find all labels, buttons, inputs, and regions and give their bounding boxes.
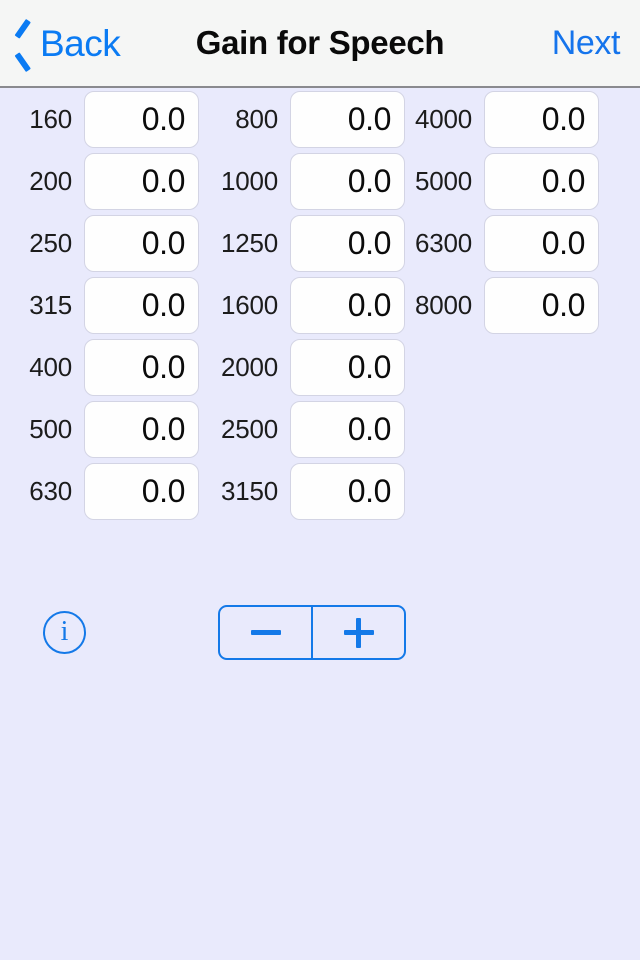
- gain-row: 1000 0.0: [206, 150, 416, 212]
- gain-input[interactable]: 0.0: [290, 338, 405, 396]
- gain-editor-panel: 160 0.0 200 0.0 250 0.0 315 0.0 400 0.0 500 0.0 630 0…: [0, 88, 640, 960]
- gain-input[interactable]: 0.0: [290, 90, 405, 148]
- info-glyph: i: [60, 615, 69, 647]
- frequency-label: 1250: [220, 227, 278, 258]
- back-button[interactable]: Back: [14, 0, 121, 86]
- gain-row: 2500 0.0: [206, 398, 416, 460]
- gain-input[interactable]: 0.0: [290, 152, 405, 210]
- gain-input[interactable]: 0.0: [484, 152, 599, 210]
- gain-row: 4000 0.0: [400, 88, 610, 150]
- gain-row: 1250 0.0: [206, 212, 416, 274]
- gain-column-high: 4000 0.0 5000 0.0 6300 0.0 8000 0.0: [400, 88, 610, 336]
- frequency-label: 160: [29, 103, 72, 134]
- frequency-label: 5000: [414, 165, 472, 196]
- frequency-label: 3150: [220, 475, 278, 506]
- gain-input[interactable]: 0.0: [84, 400, 199, 458]
- gain-row: 400 0.0: [0, 336, 210, 398]
- plus-icon: [343, 617, 374, 648]
- gain-input[interactable]: 0.0: [484, 214, 599, 272]
- frequency-label: 8000: [414, 289, 472, 320]
- gain-row: 500 0.0: [0, 398, 210, 460]
- gain-row: 315 0.0: [0, 274, 210, 336]
- gain-row: 8000 0.0: [400, 274, 610, 336]
- frequency-label: 6300: [414, 227, 472, 258]
- frequency-label: 2500: [220, 413, 278, 444]
- gain-row: 2000 0.0: [206, 336, 416, 398]
- gain-row: 200 0.0: [0, 150, 210, 212]
- gain-input[interactable]: 0.0: [84, 90, 199, 148]
- frequency-label: 400: [29, 351, 72, 382]
- gain-input[interactable]: 0.0: [290, 400, 405, 458]
- minus-icon: [250, 630, 281, 635]
- gain-row: 630 0.0: [0, 460, 210, 522]
- frequency-label: 1000: [220, 165, 278, 196]
- gain-input[interactable]: 0.0: [84, 338, 199, 396]
- gain-row: 250 0.0: [0, 212, 210, 274]
- gain-input[interactable]: 0.0: [484, 276, 599, 334]
- gain-row: 1600 0.0: [206, 274, 416, 336]
- gain-column-low: 160 0.0 200 0.0 250 0.0 315 0.0 400 0.0 500 0.0 630 0…: [0, 88, 210, 522]
- gain-input[interactable]: 0.0: [84, 152, 199, 210]
- frequency-label: 630: [29, 475, 72, 506]
- frequency-label: 315: [29, 289, 72, 320]
- info-circle-icon[interactable]: i: [43, 611, 86, 654]
- gain-input[interactable]: 0.0: [84, 462, 199, 520]
- frequency-label: 4000: [414, 103, 472, 134]
- gain-input[interactable]: 0.0: [290, 214, 405, 272]
- frequency-label: 800: [235, 103, 278, 134]
- gain-row: 3150 0.0: [206, 460, 416, 522]
- frequency-label: 250: [29, 227, 72, 258]
- frequency-label: 500: [29, 413, 72, 444]
- gain-input[interactable]: 0.0: [84, 214, 199, 272]
- gain-row: 6300 0.0: [400, 212, 610, 274]
- gain-input[interactable]: 0.0: [290, 462, 405, 520]
- gain-stepper: [218, 605, 406, 660]
- next-button[interactable]: Next: [552, 0, 621, 86]
- frequency-label: 2000: [220, 351, 278, 382]
- gain-row: 800 0.0: [206, 88, 416, 150]
- back-button-label: Back: [40, 22, 121, 64]
- increment-button[interactable]: [311, 607, 404, 658]
- frequency-label: 200: [29, 165, 72, 196]
- gain-input[interactable]: 0.0: [290, 276, 405, 334]
- chevron-left-icon: [14, 26, 34, 60]
- gain-column-mid: 800 0.0 1000 0.0 1250 0.0 1600 0.0 2000 0.0 2500 0.…: [206, 88, 416, 522]
- gain-row: 160 0.0: [0, 88, 210, 150]
- gain-input[interactable]: 0.0: [484, 90, 599, 148]
- gain-input[interactable]: 0.0: [84, 276, 199, 334]
- gain-row: 5000 0.0: [400, 150, 610, 212]
- navigation-bar: Back Gain for Speech Next: [0, 0, 640, 88]
- decrement-button[interactable]: [220, 607, 311, 658]
- frequency-label: 1600: [220, 289, 278, 320]
